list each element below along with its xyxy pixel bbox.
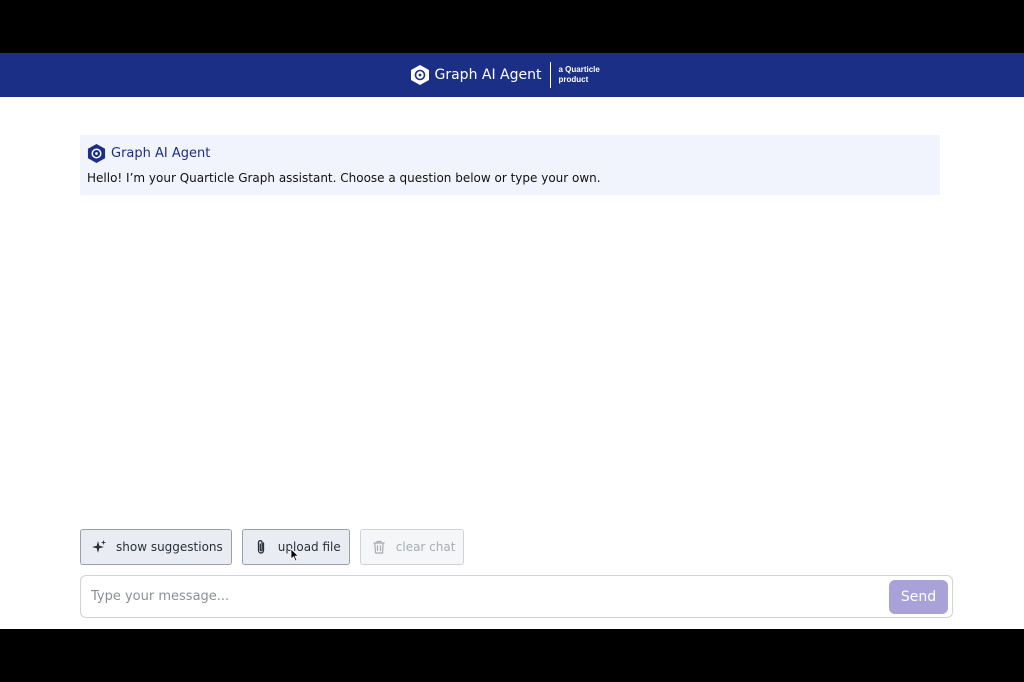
app-window: Graph AI Agent a Quarticle product Graph… bbox=[0, 53, 1024, 629]
brand-subtitle: a Quarticle product bbox=[559, 65, 615, 85]
message-composer: Send bbox=[80, 575, 953, 618]
show-suggestions-button[interactable]: show suggestions bbox=[80, 529, 232, 565]
assistant-message: Graph AI Agent Hello! I’m your Quarticle… bbox=[80, 135, 940, 195]
message-text: Hello! I’m your Quarticle Graph assistan… bbox=[87, 171, 601, 185]
paperclip-icon bbox=[253, 539, 269, 555]
header-bar: Graph AI Agent a Quarticle product bbox=[0, 53, 1024, 97]
hexagon-logo-icon bbox=[410, 64, 430, 86]
brand-divider bbox=[549, 62, 551, 88]
brand[interactable]: Graph AI Agent a Quarticle product bbox=[410, 62, 615, 88]
sparkles-icon bbox=[91, 539, 107, 555]
letterbox-bottom bbox=[0, 629, 1024, 682]
clear-chat-button[interactable]: clear chat bbox=[359, 529, 465, 565]
clear-chat-label: clear chat bbox=[395, 540, 456, 554]
upload-file-label: upload file bbox=[277, 540, 341, 554]
brand-subtitle-line1: a Quarticle bbox=[558, 65, 600, 74]
action-bar: show suggestions upload file clear chat bbox=[80, 529, 465, 565]
message-sender: Graph AI Agent bbox=[111, 145, 211, 161]
message-input[interactable] bbox=[91, 589, 889, 604]
trash-icon bbox=[371, 539, 387, 555]
letterbox-top bbox=[0, 0, 1024, 53]
hexagon-logo-icon bbox=[87, 143, 106, 164]
mouse-pointer-icon bbox=[290, 548, 300, 562]
brand-subtitle-line2: product bbox=[558, 75, 589, 84]
message-header: Graph AI Agent bbox=[87, 143, 933, 163]
show-suggestions-label: show suggestions bbox=[116, 540, 223, 554]
send-button[interactable]: Send bbox=[889, 579, 948, 614]
brand-title: Graph AI Agent bbox=[434, 67, 542, 83]
